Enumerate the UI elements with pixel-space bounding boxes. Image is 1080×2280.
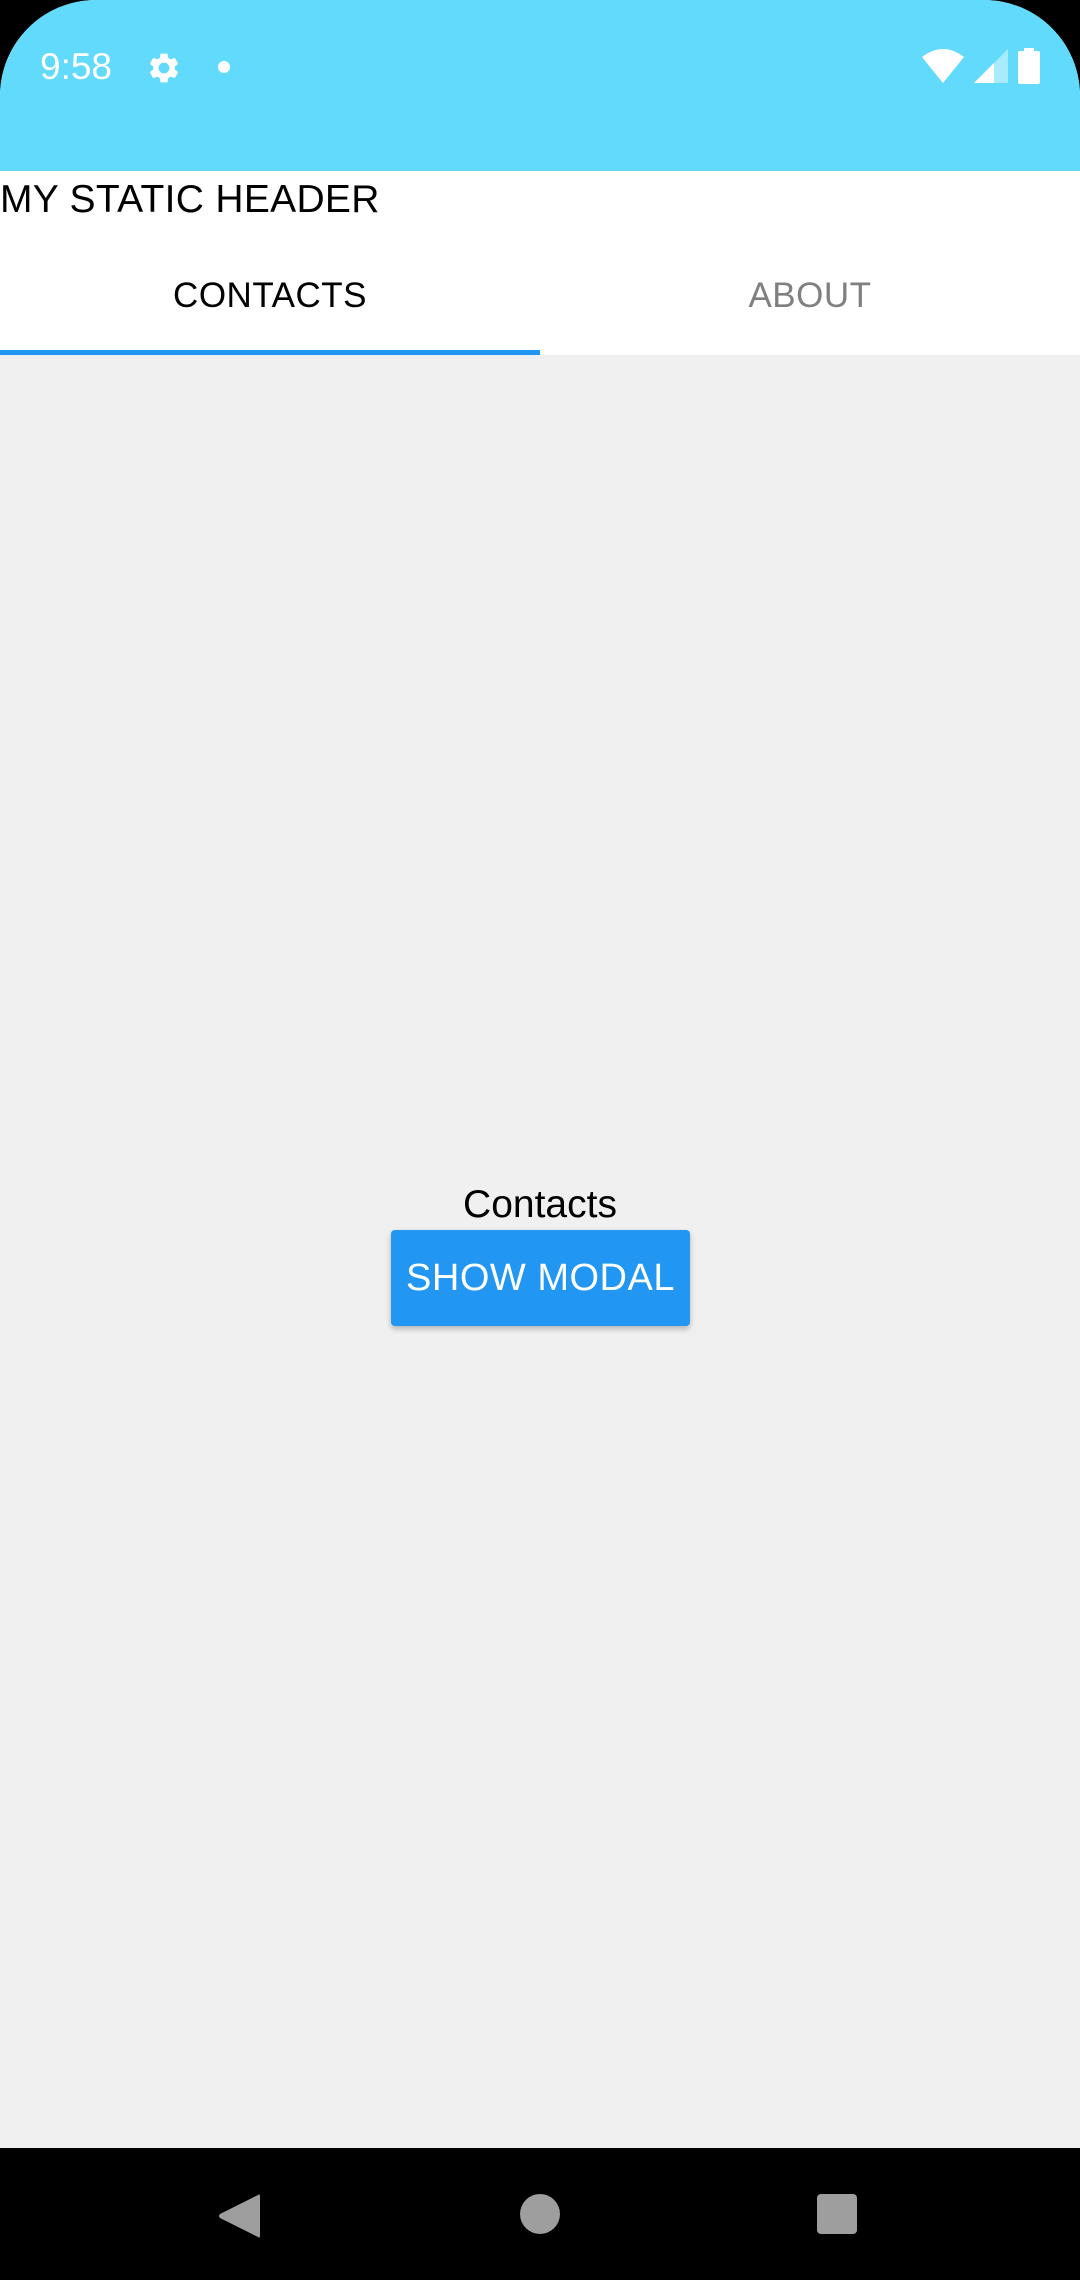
gear-icon xyxy=(146,50,182,86)
home-icon[interactable] xyxy=(520,2194,560,2234)
status-time: 9:58 xyxy=(40,46,113,87)
battery-icon xyxy=(1018,47,1040,89)
wifi-icon xyxy=(922,48,964,88)
app-header: MY STATIC HEADER CONTACTS ABOUT xyxy=(0,171,1080,355)
recents-icon[interactable] xyxy=(817,2194,857,2234)
tab-contacts[interactable]: CONTACTS xyxy=(0,237,540,355)
back-icon[interactable] xyxy=(218,2193,260,2239)
app-screen: 9:58 MY STATIC HEADER CONTACTS ABOUT Con… xyxy=(0,0,1080,2148)
show-modal-button[interactable]: SHOW MODAL xyxy=(391,1230,690,1326)
static-header-title: MY STATIC HEADER xyxy=(0,178,380,221)
tab-contacts-label: CONTACTS xyxy=(173,276,367,315)
device-frame: 9:58 MY STATIC HEADER CONTACTS ABOUT Con… xyxy=(0,0,1080,2280)
cellular-signal-icon xyxy=(974,48,1008,88)
show-modal-button-label: SHOW MODAL xyxy=(406,1256,675,1299)
status-bar: 9:58 xyxy=(0,0,1080,171)
notification-dot-icon xyxy=(218,61,230,73)
status-icons xyxy=(922,47,1040,89)
screen-title: Contacts xyxy=(463,1183,617,1226)
navigation-bar xyxy=(0,2148,1080,2280)
tab-bar: CONTACTS ABOUT xyxy=(0,237,1080,355)
tab-about-label: ABOUT xyxy=(748,276,872,315)
tab-about[interactable]: ABOUT xyxy=(540,237,1080,355)
